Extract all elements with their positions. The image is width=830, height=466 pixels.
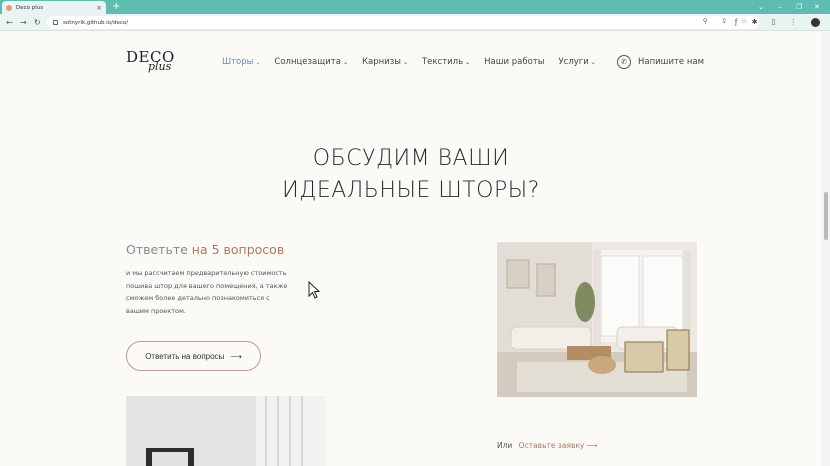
nav-item-label: Наши работы [484, 57, 545, 67]
browser-tab-strip: Deco plus × + ⌄ – ❐ ✕ [0, 0, 830, 14]
logo-plus-text: plus [148, 60, 172, 73]
quiz-title-plain: Ответьте [126, 242, 188, 257]
living-room-illustration [497, 242, 697, 397]
leave-request-link[interactable]: Оставьте заявку ⟶ [519, 441, 598, 450]
arrow-right-icon: ⟶ [230, 351, 242, 361]
site-logo[interactable]: DECO plus [126, 48, 175, 73]
living-room-image [497, 242, 697, 397]
nav-item-label: Солнцезащита [274, 57, 341, 67]
browser-tab[interactable]: Deco plus × [2, 1, 106, 14]
nav-item-textile[interactable]: Текстиль ⌄ [422, 57, 470, 67]
back-icon[interactable]: ← [6, 16, 13, 29]
extension-icons[interactable]: ƒ ✱ ▯ ⋮ [735, 16, 820, 29]
curtains-image [126, 396, 326, 466]
nav-item-services[interactable]: Услуги ⌄ [558, 57, 595, 67]
leave-request-label: Оставьте заявку [518, 441, 585, 450]
lock-icon[interactable] [53, 20, 58, 25]
request-cta: Или Оставьте заявку ⟶ [497, 441, 598, 450]
close-window-button[interactable]: ✕ [814, 0, 820, 14]
nav-item-label: Услуги [558, 57, 589, 67]
chevron-down-icon: ⌄ [590, 59, 596, 66]
chevron-down-icon: ⌄ [342, 59, 348, 66]
hero-line-2: ИДЕАЛЬНЫЕ ШТОРЫ? [282, 178, 540, 203]
main-nav: Шторы ⌄ Солнцезащита ⌄ Карнизы ⌄ Текстиль ⌄ … [222, 57, 610, 67]
or-label: Или [497, 441, 513, 450]
close-tab-icon[interactable]: × [96, 4, 102, 12]
page-scrollbar[interactable] [822, 32, 830, 466]
whatsapp-icon: ✆ [617, 55, 631, 69]
address-bar[interactable]: sotnyrik.github.io/deco/ ⚲ ⇪ ☆ [47, 16, 759, 29]
answer-questions-label: Ответить на вопросы [145, 351, 225, 361]
nav-item-curtains[interactable]: Шторы ⌄ [222, 57, 260, 67]
nav-item-sun-protection[interactable]: Солнцезащита ⌄ [274, 57, 348, 67]
nav-item-label: Шторы [222, 57, 254, 67]
quiz-description: и мы рассчитаем предварительную стоимост… [126, 269, 288, 315]
quiz-title-accent: на 5 вопросов [191, 242, 285, 257]
browser-toolbar: ← → ↻ sotnyrik.github.io/deco/ ⚲ ⇪ ☆ ƒ ✱… [0, 14, 830, 31]
nav-item-cornices[interactable]: Карнизы ⌄ [362, 57, 408, 67]
restore-button[interactable]: ❐ [796, 0, 802, 14]
quiz-title: Ответьте на 5 вопросов [126, 242, 284, 257]
nav-item-our-works[interactable]: Наши работы [484, 57, 544, 67]
nav-item-label: Текстиль [421, 57, 464, 67]
arrow-right-icon: ⟶ [586, 441, 598, 450]
hero-line-1: ОБСУДИМ ВАШИ [312, 146, 510, 171]
favicon-icon [6, 4, 12, 11]
reload-icon[interactable]: ↻ [34, 16, 41, 29]
profile-avatar[interactable] [811, 17, 820, 27]
answer-questions-button[interactable]: Ответить на вопросы ⟶ [126, 341, 261, 371]
chevron-down-icon: ⌄ [465, 59, 471, 66]
minimize-button[interactable]: – [778, 0, 782, 14]
contact-label: Напишите нам [638, 57, 705, 67]
new-tab-button[interactable]: + [112, 0, 120, 14]
tab-search-icon[interactable]: ⌄ [758, 0, 764, 14]
curtains-illustration [126, 396, 326, 466]
forward-icon[interactable]: → [20, 16, 27, 29]
nav-item-label: Карнизы [361, 57, 401, 67]
tab-title: Deco plus [16, 4, 44, 11]
url-text[interactable]: sotnyrik.github.io/deco/ [63, 20, 128, 26]
scrollbar-thumb[interactable] [824, 192, 828, 240]
hero-heading: ОБСУДИМ ВАШИ ИДЕАЛЬНЫЕ ШТОРЫ? [0, 143, 822, 207]
chevron-down-icon: ⌄ [402, 59, 408, 66]
mouse-cursor-icon [308, 281, 320, 299]
contact-link[interactable]: ✆ Напишите нам [617, 55, 704, 69]
extension-icons-label[interactable]: ƒ ✱ ▯ ⋮ [735, 18, 803, 26]
chevron-down-icon: ⌄ [255, 59, 261, 66]
